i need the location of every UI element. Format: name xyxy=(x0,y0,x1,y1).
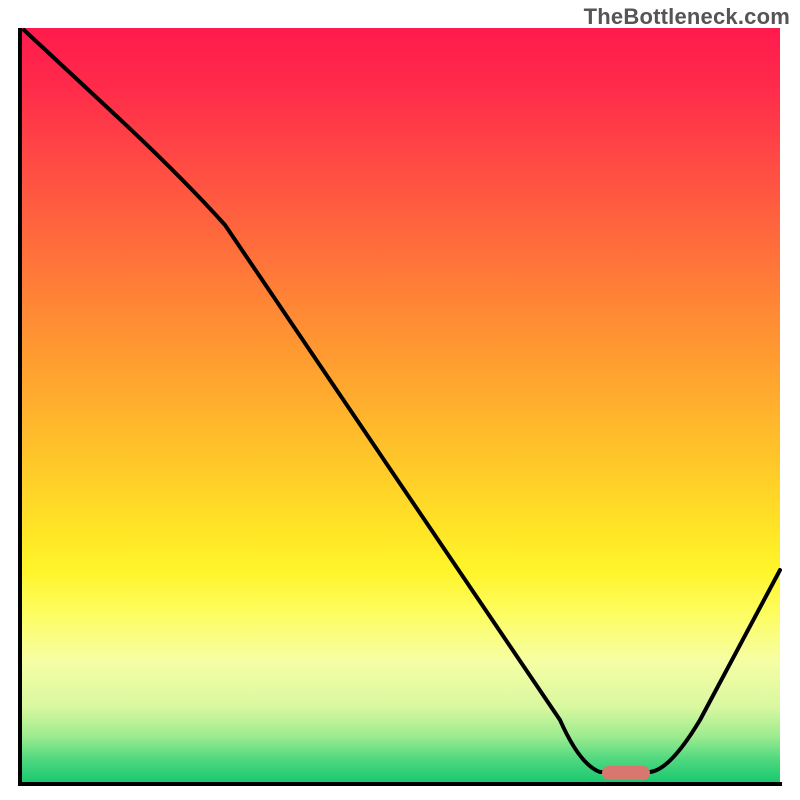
curve-path xyxy=(24,30,780,772)
optimal-range-marker xyxy=(602,766,650,780)
watermark-text: TheBottleneck.com xyxy=(584,4,790,30)
chart-stage: TheBottleneck.com xyxy=(0,0,800,800)
bottleneck-curve xyxy=(0,0,800,800)
